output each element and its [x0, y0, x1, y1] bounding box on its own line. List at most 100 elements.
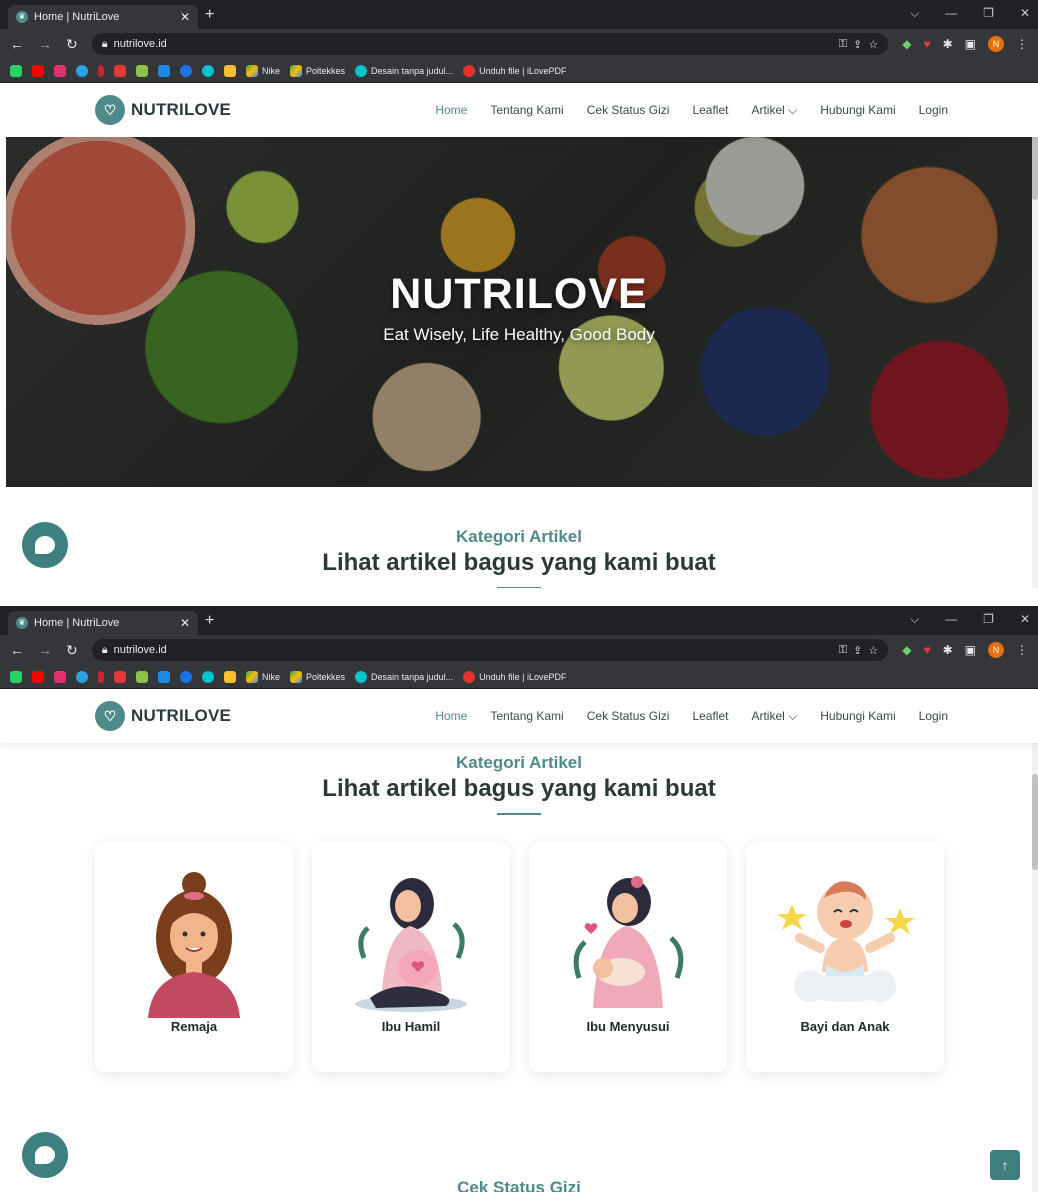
youtube-icon[interactable] [32, 64, 44, 77]
bookmark-ilovepdf[interactable]: Unduh file | iLovePDF [463, 64, 567, 77]
brand[interactable]: ♡ NUTRILOVE [95, 701, 231, 731]
back-icon[interactable]: ← [10, 642, 24, 658]
whatsapp-icon[interactable] [10, 64, 22, 77]
bookmark-label: Unduh file | iLovePDF [479, 65, 567, 76]
restore-icon[interactable]: ❐ [983, 612, 994, 627]
bookmark-nike[interactable]: Nike [246, 64, 280, 77]
new-tab-icon[interactable]: + [205, 6, 214, 24]
reload-icon[interactable]: ↻ [66, 36, 78, 53]
close-icon[interactable]: ✕ [180, 10, 190, 24]
profile-avatar[interactable]: N [988, 36, 1004, 52]
telegram-icon[interactable] [76, 64, 88, 77]
share-icon[interactable]: ⇪ [853, 38, 862, 51]
site-favicon-icon: ❦ [16, 617, 28, 629]
bookmark-icon[interactable] [180, 64, 192, 77]
extension-icon[interactable]: ◆ [902, 643, 911, 657]
bookmark-icon[interactable] [224, 64, 236, 77]
whatsapp-icon[interactable] [10, 670, 22, 683]
menu-icon[interactable]: ⋮ [1016, 643, 1028, 657]
nav-tentang-kami[interactable]: Tentang Kami [490, 709, 563, 724]
bookmark-icon[interactable] [136, 670, 148, 683]
chat-button[interactable] [22, 1132, 68, 1178]
canva-icon[interactable] [202, 670, 214, 683]
chat-button[interactable] [22, 522, 68, 568]
tab-search-icon[interactable]: ⌵ [910, 6, 919, 21]
star-icon[interactable]: ☆ [868, 644, 878, 657]
back-to-top-button[interactable]: ↑ [990, 1150, 1020, 1180]
extension-icon[interactable]: ♥ [923, 37, 930, 51]
menu-icon[interactable]: ⋮ [1016, 37, 1028, 51]
extension-icon[interactable]: ◆ [902, 37, 911, 51]
browser-tab[interactable]: ❦ Home | NutriLove ✕ [8, 611, 198, 635]
instagram-icon[interactable] [54, 64, 66, 77]
browser-tab[interactable]: ❦ Home | NutriLove ✕ [8, 5, 198, 29]
bookmark-nike[interactable]: Nike [246, 670, 280, 683]
nav-cek-status-gizi[interactable]: Cek Status Gizi [587, 709, 670, 724]
star-icon[interactable]: ☆ [868, 38, 878, 51]
forward-icon[interactable]: → [38, 36, 52, 52]
forward-icon[interactable]: → [38, 642, 52, 658]
category-card-remaja[interactable]: Remaja [95, 842, 293, 1072]
page-scrollbar[interactable] [1032, 689, 1038, 1192]
brand[interactable]: ♡ NUTRILOVE [95, 95, 231, 125]
window-close-icon[interactable]: ✕ [1020, 6, 1030, 21]
nav-leaflet[interactable]: Leaflet [692, 709, 728, 724]
share-icon[interactable]: ⇪ [853, 644, 862, 657]
bookmark-icon[interactable] [180, 670, 192, 683]
telegram-icon[interactable] [76, 670, 88, 683]
address-bar[interactable]: 🔒︎ nutrilove.id ⚿ ⇪ ☆ [91, 639, 889, 661]
bookmark-icon[interactable] [114, 670, 126, 683]
back-icon[interactable]: ← [10, 36, 24, 52]
bookmark-icon[interactable] [136, 64, 148, 77]
sidepanel-icon[interactable]: ▣ [965, 643, 976, 657]
bookmark-icon[interactable] [158, 670, 170, 683]
instagram-icon[interactable] [54, 670, 66, 683]
bookmark-icon[interactable] [98, 64, 104, 77]
chat-bubble-icon [35, 536, 55, 554]
nav-artikel[interactable]: Artikel ⌵ [751, 709, 797, 724]
nav-home[interactable]: Home [435, 709, 467, 724]
profile-avatar[interactable]: N [988, 642, 1004, 658]
puzzle-icon[interactable]: ✱ [943, 643, 953, 657]
close-icon[interactable]: ✕ [180, 616, 190, 630]
nav-home[interactable]: Home [435, 103, 467, 118]
key-icon[interactable]: ⚿ [839, 38, 847, 51]
nav-artikel[interactable]: Artikel ⌵ [751, 103, 797, 118]
key-icon[interactable]: ⚿ [839, 644, 847, 657]
bookmark-poltekkes[interactable]: Poltekkes [290, 64, 345, 77]
reload-icon[interactable]: ↻ [66, 642, 78, 659]
bookmark-desain[interactable]: Desain tanpa judul... [355, 64, 453, 77]
bookmark-icon[interactable] [114, 64, 126, 77]
nav-login[interactable]: Login [919, 709, 948, 724]
canva-icon[interactable] [202, 64, 214, 77]
bookmark-icon[interactable] [158, 64, 170, 77]
minimize-icon[interactable]: — [945, 6, 957, 21]
window-close-icon[interactable]: ✕ [1020, 612, 1030, 627]
bookmark-icon[interactable] [98, 670, 104, 683]
bookmark-desain[interactable]: Desain tanpa judul... [355, 670, 453, 683]
nav-cek-status-gizi[interactable]: Cek Status Gizi [587, 103, 670, 118]
bookmark-ilovepdf[interactable]: Unduh file | iLovePDF [463, 670, 567, 683]
sidepanel-icon[interactable]: ▣ [965, 37, 976, 51]
youtube-icon[interactable] [32, 670, 44, 683]
brand-name: NUTRILOVE [131, 706, 232, 725]
puzzle-icon[interactable]: ✱ [943, 37, 953, 51]
bookmark-poltekkes[interactable]: Poltekkes [290, 670, 345, 683]
category-card-ibu-menyusui[interactable]: Ibu Menyusui [529, 842, 727, 1072]
nav-login[interactable]: Login [919, 103, 948, 118]
scrollbar-thumb[interactable] [1032, 774, 1038, 870]
nav-leaflet[interactable]: Leaflet [692, 103, 728, 118]
bookmark-icon[interactable] [224, 670, 236, 683]
nav-hubungi-kami[interactable]: Hubungi Kami [820, 709, 895, 724]
address-bar[interactable]: 🔒︎ nutrilove.id ⚿ ⇪ ☆ [91, 33, 889, 55]
restore-icon[interactable]: ❐ [983, 6, 994, 21]
nav-tentang-kami[interactable]: Tentang Kami [490, 103, 563, 118]
minimize-icon[interactable]: — [945, 612, 957, 627]
extension-icon[interactable]: ♥ [923, 643, 930, 657]
new-tab-icon[interactable]: + [205, 612, 214, 630]
category-card-ibu-hamil[interactable]: Ibu Hamil [312, 842, 510, 1072]
nav-hubungi-kami[interactable]: Hubungi Kami [820, 103, 895, 118]
hero-banner: NUTRILOVE Eat Wisely, Life Healthy, Good… [6, 137, 1032, 487]
tab-search-icon[interactable]: ⌵ [910, 612, 919, 627]
category-card-bayi-dan-anak[interactable]: Bayi dan Anak [746, 842, 944, 1072]
